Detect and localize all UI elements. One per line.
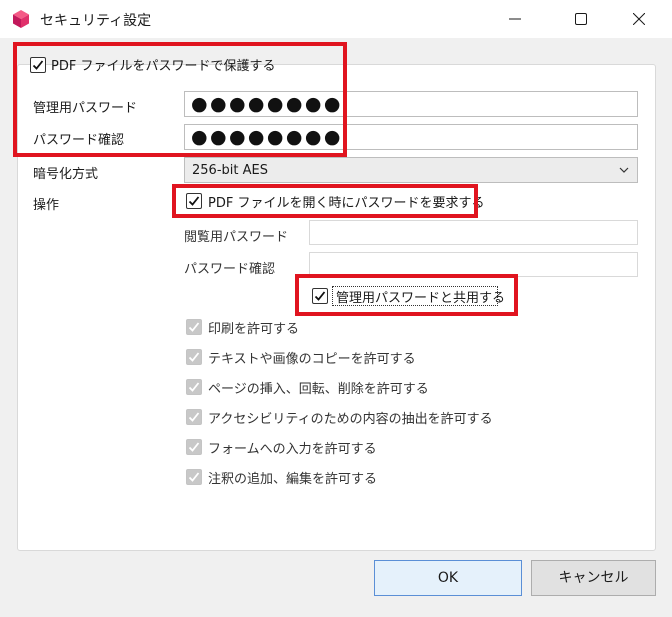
permission-forms-label: フォームへの入力を許可する — [208, 442, 377, 457]
permission-accessibility-checkbox[interactable] — [186, 409, 202, 425]
ok-button[interactable]: OK — [374, 560, 522, 596]
permission-accessibility-label: アクセシビリティのための内容の抽出を許可する — [208, 412, 493, 427]
app-cube-icon — [13, 10, 29, 28]
permission-pages-label: ページの挿入、回転、削除を許可する — [208, 382, 429, 397]
highlight-require-open — [172, 184, 478, 218]
permission-print-checkbox[interactable] — [186, 319, 202, 335]
highlight-share-admin — [295, 274, 518, 316]
highlight-protect-section — [13, 42, 347, 157]
view-password-label: 閲覧用パスワード — [184, 230, 289, 245]
permission-annotations-label: 注釈の追加、編集を許可する — [208, 472, 378, 487]
chevron-down-icon — [619, 167, 629, 173]
permission-copy-checkbox[interactable] — [186, 349, 202, 365]
encryption-label: 暗号化方式 — [33, 167, 99, 182]
operations-label: 操作 — [33, 198, 60, 213]
checkmark-icon — [188, 412, 200, 422]
minimize-icon — [509, 18, 521, 20]
checkmark-icon — [188, 382, 200, 392]
close-button[interactable] — [616, 0, 662, 38]
checkmark-icon — [188, 472, 200, 482]
permission-pages-checkbox[interactable] — [186, 379, 202, 395]
checkmark-icon — [188, 322, 200, 332]
checkmark-icon — [188, 442, 200, 452]
cancel-button[interactable]: キャンセル — [531, 560, 656, 596]
permission-print-label: 印刷を許可する — [208, 322, 300, 337]
minimize-button[interactable] — [492, 0, 538, 38]
checkmark-icon — [188, 352, 200, 362]
permission-annotations-checkbox[interactable] — [186, 469, 202, 485]
encryption-select[interactable]: 256-bit AES — [184, 157, 638, 183]
permission-forms-checkbox[interactable] — [186, 439, 202, 455]
close-icon — [633, 13, 645, 25]
title-bar: セキュリティ設定 — [0, 0, 672, 38]
encryption-selected-value: 256-bit AES — [192, 163, 268, 178]
permission-copy-label: テキストや画像のコピーを許可する — [208, 352, 416, 367]
maximize-button[interactable] — [558, 0, 604, 38]
window-title: セキュリティ設定 — [40, 13, 152, 29]
maximize-icon — [575, 13, 587, 25]
view-password-field[interactable] — [309, 220, 638, 245]
view-confirm-label: パスワード確認 — [184, 262, 276, 277]
dialog-body: PDF ファイルをパスワードで保護する 管理用パスワード ●●●●●●●● パス… — [0, 38, 672, 617]
